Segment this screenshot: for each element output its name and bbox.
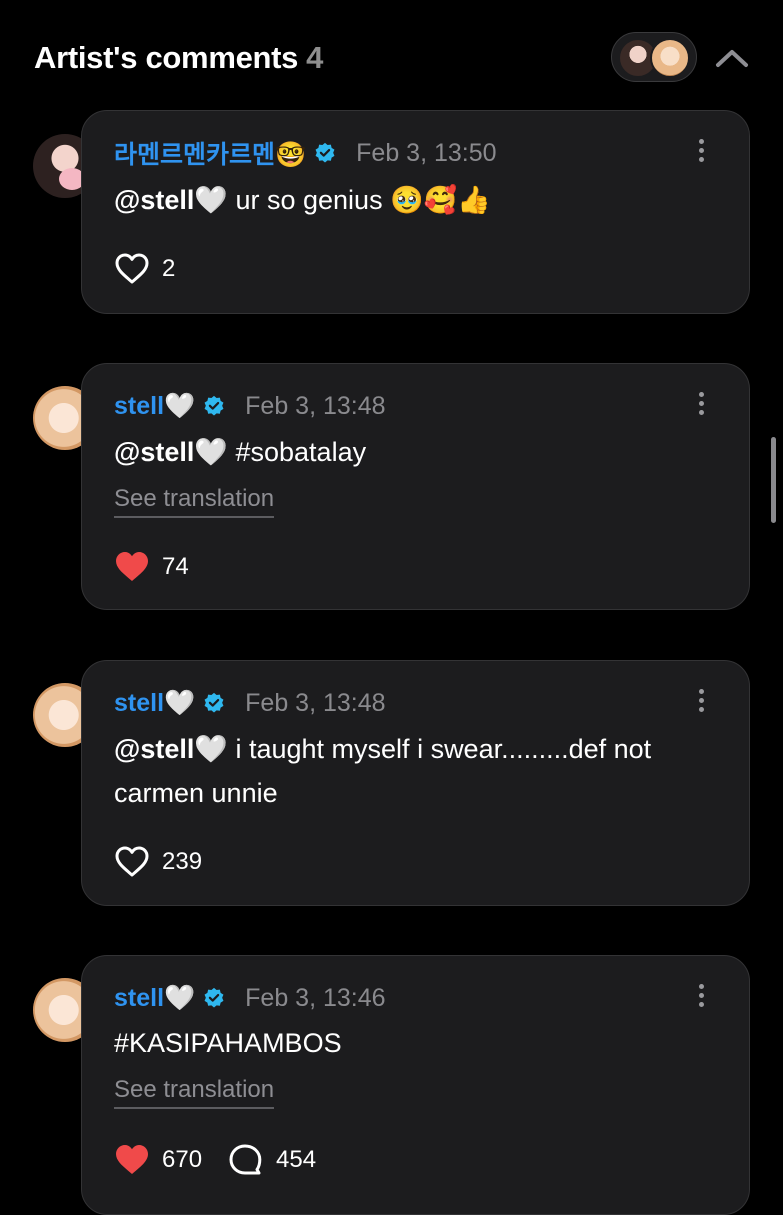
comment-card: 라멘르멘카르멘🤓 Feb 3, 13:50 @stell🤍 ur so geni… — [81, 110, 750, 314]
reply-bubble-icon — [229, 1144, 262, 1175]
comment-meta: stell🤍 Feb 3, 13:48 — [114, 390, 386, 422]
comment-text: #KASIPAHAMBOS — [114, 1021, 714, 1065]
chevron-up-icon — [716, 50, 748, 67]
comment-item: stell🤍 Feb 3, 13:46 #KASIPAHAMBOS See tr… — [0, 955, 783, 1215]
comment-actions: 2 — [114, 252, 175, 286]
comment-time: Feb 3, 13:48 — [245, 688, 386, 717]
collapse-button[interactable] — [712, 40, 752, 76]
section-title-text: Artist's comments — [34, 40, 299, 75]
comment-actions: 670 454 — [114, 1143, 316, 1177]
mention[interactable]: @stell🤍 — [114, 437, 228, 467]
comment-body: ur so genius 🥹🥰👍 — [227, 185, 491, 215]
see-translation-link[interactable]: See translation — [114, 1076, 275, 1109]
heart-outline-icon — [115, 846, 149, 877]
comment-text: @stell🤍 #sobatalay — [114, 430, 714, 474]
more-options-icon[interactable] — [697, 984, 705, 1010]
see-translation-link[interactable]: See translation — [114, 485, 275, 518]
comment-card: stell🤍 Feb 3, 13:48 @stell🤍 #sobatalay S… — [81, 363, 750, 610]
author-name[interactable]: stell🤍 — [114, 392, 195, 421]
comment-item: stell🤍 Feb 3, 13:48 @stell🤍 i taught mys… — [0, 660, 783, 906]
like-count: 239 — [162, 848, 203, 875]
verified-badge-icon — [204, 395, 224, 416]
like-count: 2 — [162, 255, 176, 282]
mention[interactable]: @stell🤍 — [114, 185, 228, 215]
like-button[interactable]: 2 — [114, 252, 175, 286]
scrollbar[interactable] — [771, 437, 776, 523]
comment-count: 4 — [306, 40, 324, 75]
reply-button[interactable]: 454 — [228, 1143, 316, 1177]
like-count: 670 — [162, 1146, 203, 1173]
comment-card: stell🤍 Feb 3, 13:46 #KASIPAHAMBOS See tr… — [81, 955, 750, 1215]
comment-actions: 74 — [114, 550, 189, 584]
heart-outline-icon — [115, 253, 149, 284]
comments-header: Artist's comments 4 — [0, 0, 783, 110]
reply-count: 454 — [276, 1146, 317, 1173]
verified-badge-icon — [315, 142, 335, 163]
comment-actions: 239 — [114, 845, 202, 879]
comment-body: #sobatalay — [227, 437, 367, 467]
comment-text: @stell🤍 ur so genius 🥹🥰👍 — [114, 178, 714, 222]
like-button[interactable]: 670 — [114, 1143, 202, 1177]
like-button[interactable]: 74 — [114, 550, 189, 584]
section-title: Artist's comments 4 — [34, 40, 323, 76]
more-options-icon[interactable] — [697, 139, 705, 165]
comment-text: @stell🤍 i taught myself i swear.........… — [114, 727, 714, 815]
heart-filled-icon — [116, 552, 148, 581]
comment-body: #KASIPAHAMBOS — [114, 1028, 342, 1058]
comment-meta: stell🤍 Feb 3, 13:48 — [114, 687, 386, 719]
like-button[interactable]: 239 — [114, 845, 202, 879]
verified-badge-icon — [204, 987, 224, 1008]
comment-meta: 라멘르멘카르멘🤓 Feb 3, 13:50 — [114, 135, 497, 171]
artist-avatar-stell — [650, 38, 690, 78]
like-count: 74 — [162, 553, 189, 580]
author-name[interactable]: stell🤍 — [114, 689, 195, 718]
comment-card: stell🤍 Feb 3, 13:48 @stell🤍 i taught mys… — [81, 660, 750, 906]
mention[interactable]: @stell🤍 — [114, 734, 228, 764]
comment-meta: stell🤍 Feb 3, 13:46 — [114, 982, 386, 1014]
heart-filled-icon — [116, 1145, 148, 1174]
comment-item: 라멘르멘카르멘🤓 Feb 3, 13:50 @stell🤍 ur so geni… — [0, 110, 783, 315]
more-options-icon[interactable] — [697, 689, 705, 715]
comment-time: Feb 3, 13:48 — [245, 391, 386, 420]
verified-badge-icon — [204, 692, 224, 713]
comment-time: Feb 3, 13:50 — [356, 138, 497, 167]
author-name[interactable]: stell🤍 — [114, 984, 195, 1013]
comment-item: stell🤍 Feb 3, 13:48 @stell🤍 #sobatalay S… — [0, 363, 783, 610]
comment-time: Feb 3, 13:46 — [245, 983, 386, 1012]
more-options-icon[interactable] — [697, 392, 705, 418]
author-name[interactable]: 라멘르멘카르멘🤓 — [114, 135, 306, 171]
artist-avatars[interactable] — [611, 32, 697, 82]
